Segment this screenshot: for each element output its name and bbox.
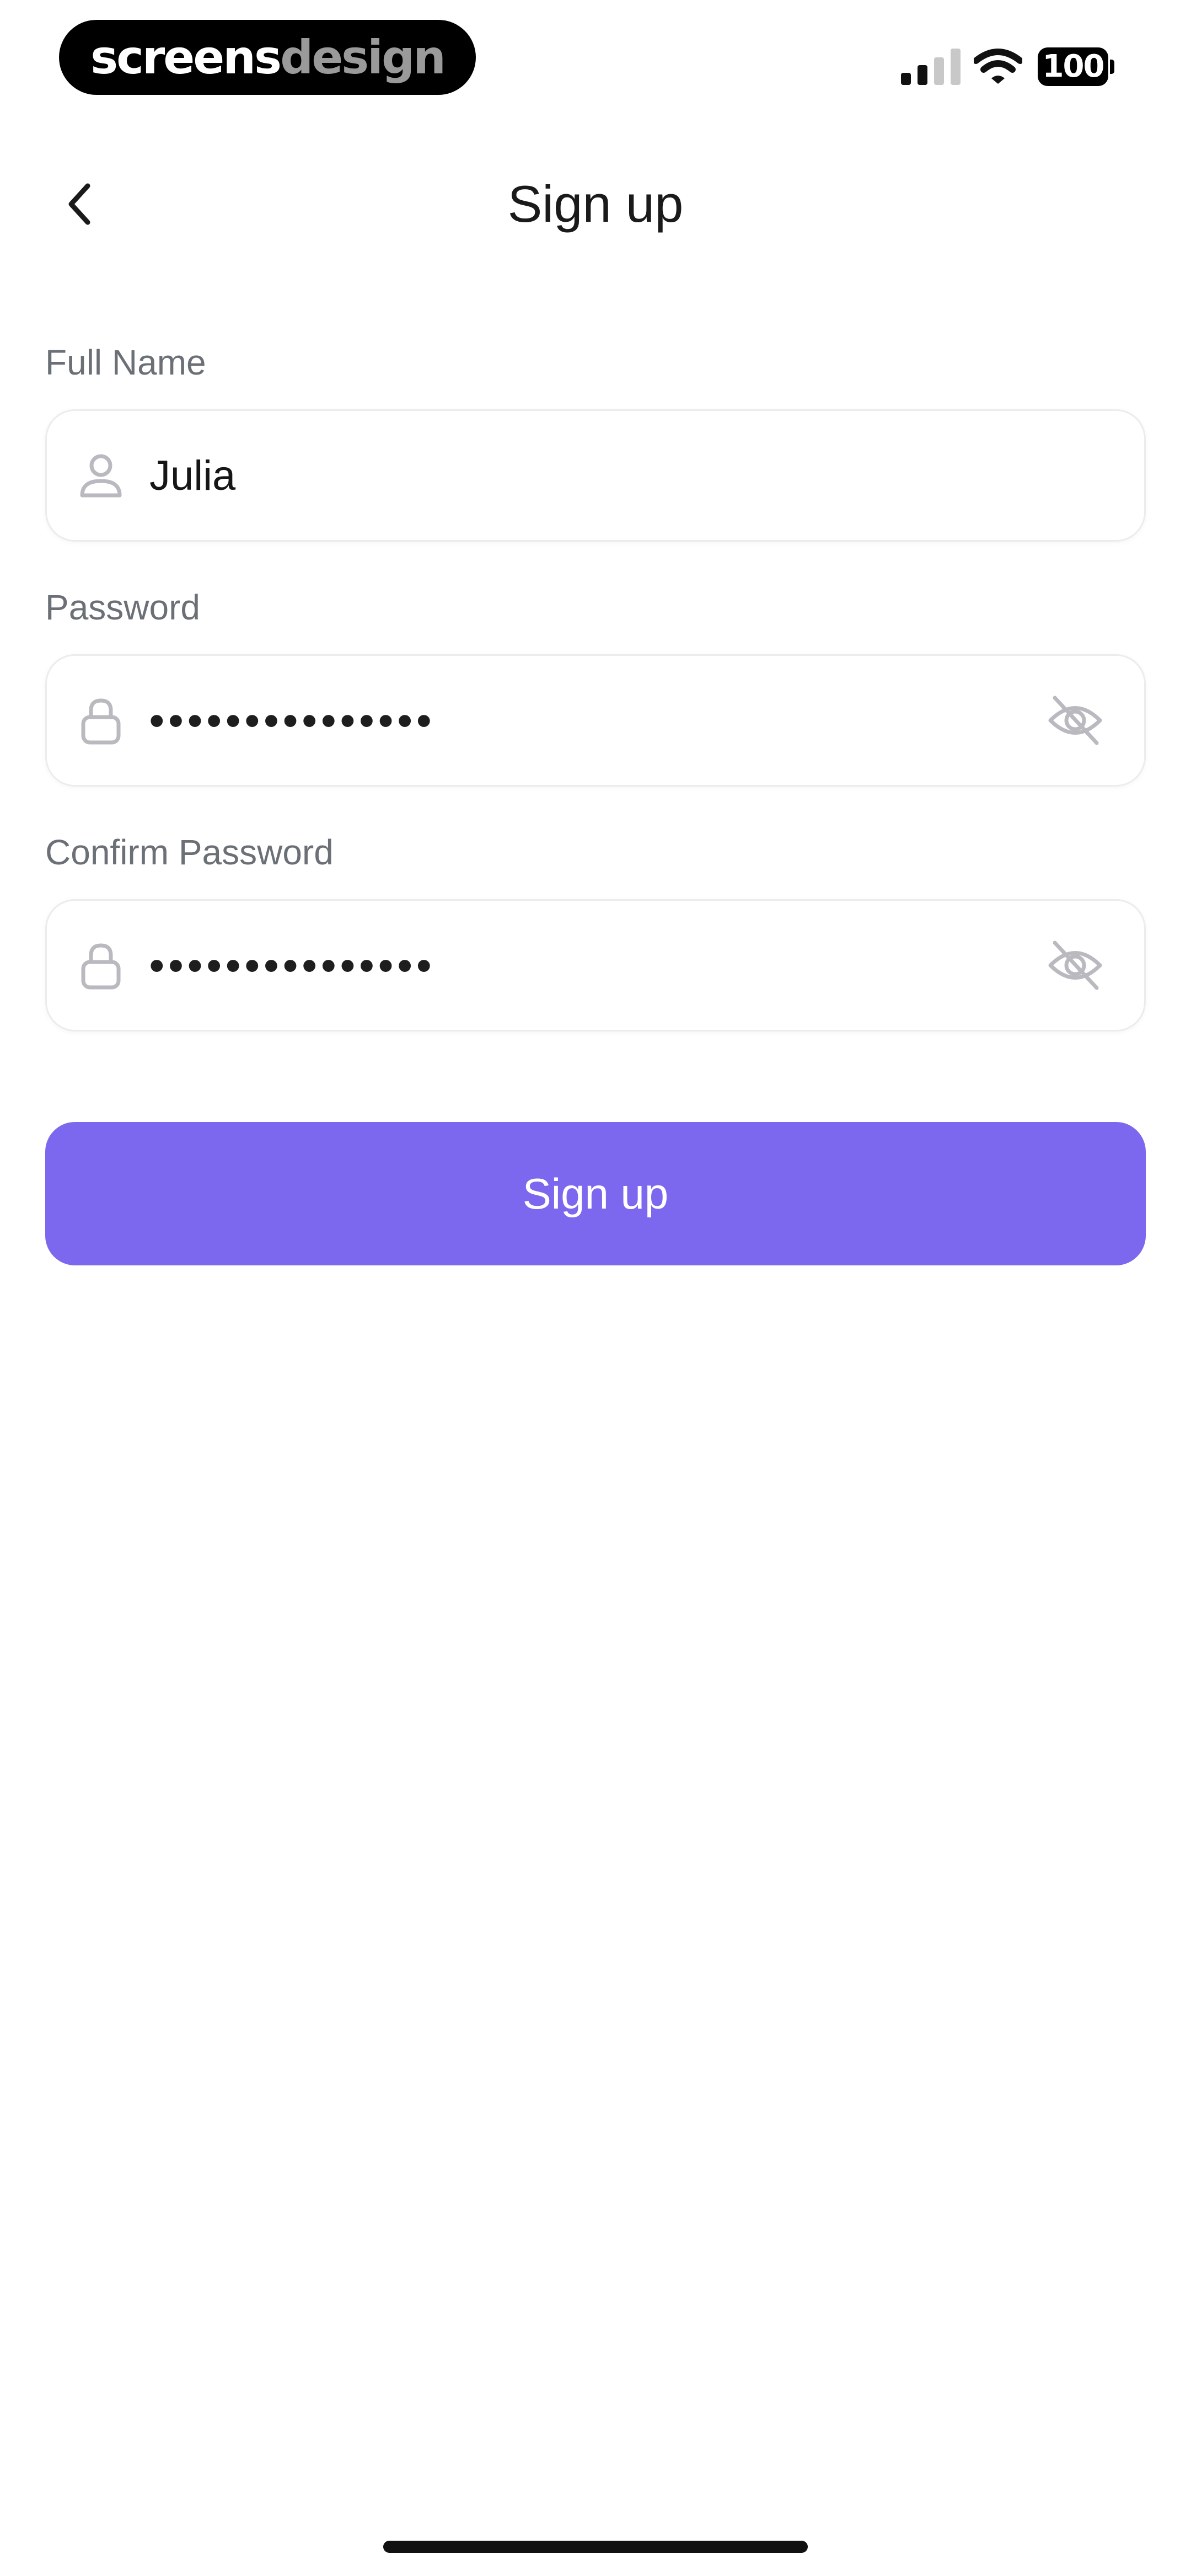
- back-button[interactable]: [55, 171, 105, 237]
- header: Sign up: [0, 149, 1191, 259]
- cellular-signal-icon: [901, 49, 961, 85]
- eye-off-icon[interactable]: [1045, 690, 1106, 751]
- brand-logo: screens design: [59, 20, 476, 95]
- confirm-password-label: Confirm Password: [45, 832, 334, 872]
- brand-logo-part2: design: [280, 30, 446, 84]
- home-indicator[interactable]: [383, 2541, 808, 2553]
- brand-logo-part1: screens: [90, 30, 282, 84]
- sign-up-button[interactable]: Sign up: [45, 1122, 1146, 1265]
- full-name-label: Full Name: [45, 343, 206, 382]
- user-icon: [80, 454, 122, 498]
- wifi-icon: [974, 49, 1022, 84]
- battery-indicator: 100: [1038, 47, 1115, 86]
- page-title: Sign up: [507, 175, 684, 233]
- eye-off-icon[interactable]: [1045, 935, 1106, 996]
- chevron-left-icon: [68, 183, 90, 225]
- password-field[interactable]: •••••••••••••••: [45, 654, 1146, 787]
- password-input[interactable]: •••••••••••••••: [149, 656, 436, 785]
- status-bar: screens design 100: [0, 0, 1191, 110]
- battery-cap: [1110, 60, 1114, 74]
- confirm-password-input[interactable]: •••••••••••••••: [149, 901, 436, 1030]
- password-label: Password: [45, 587, 200, 627]
- full-name-input[interactable]: Julia: [149, 411, 235, 540]
- lock-icon: [81, 698, 121, 745]
- full-name-field[interactable]: Julia: [45, 409, 1146, 542]
- confirm-password-field[interactable]: •••••••••••••••: [45, 899, 1146, 1032]
- battery-level: 100: [1038, 47, 1108, 86]
- lock-icon: [81, 943, 121, 990]
